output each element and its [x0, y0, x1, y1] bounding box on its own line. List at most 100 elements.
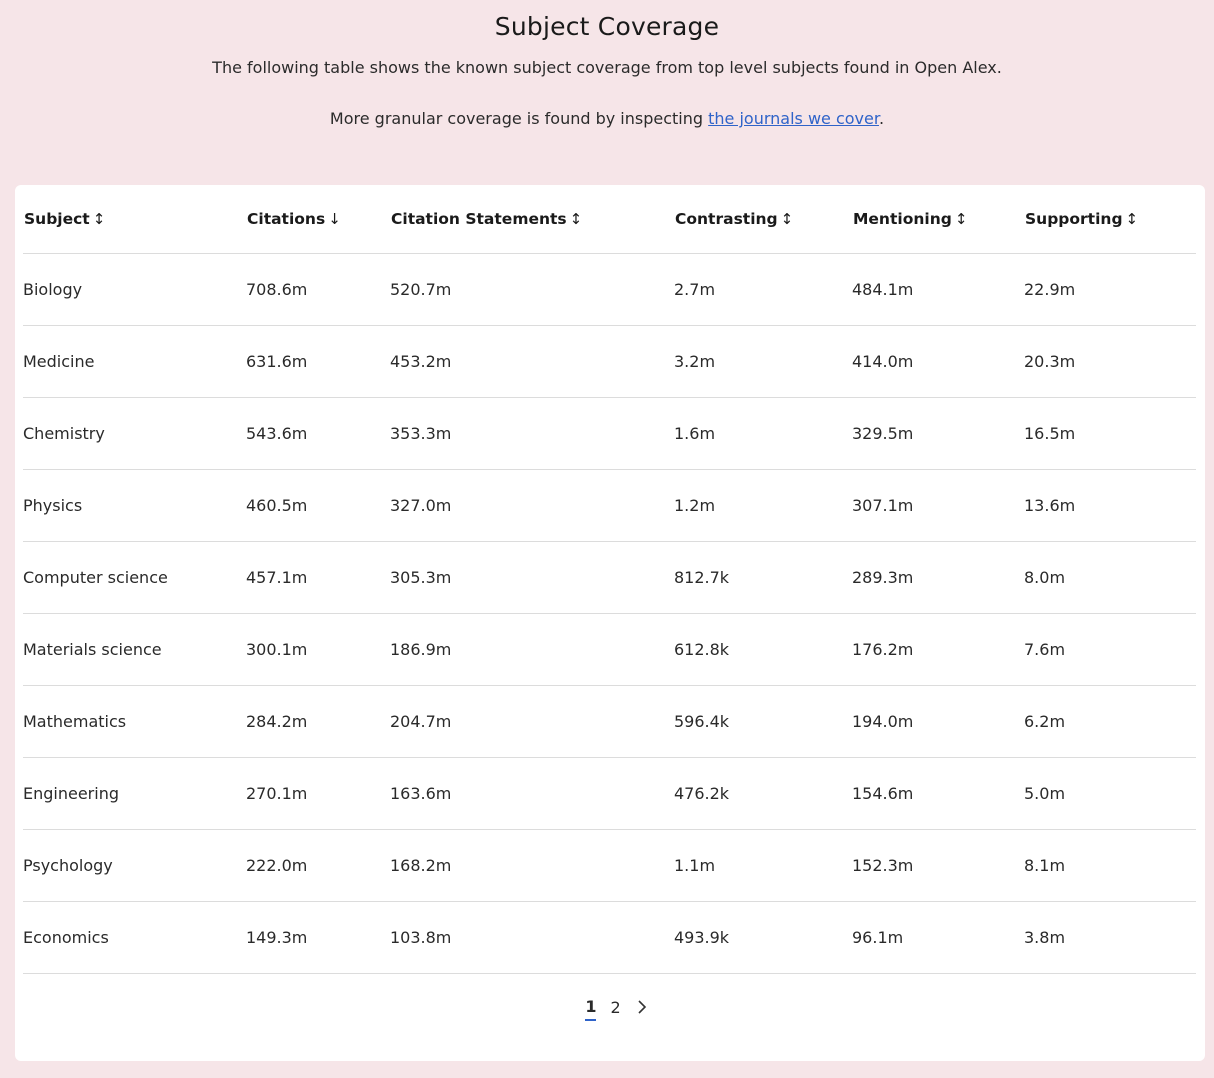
table-row: Mathematics 284.2m 204.7m 596.4k 194.0m … [23, 685, 1196, 758]
mentioning-cell: 154.6m [852, 757, 1024, 830]
contrasting-cell: 476.2k [674, 757, 852, 830]
granular-text: More granular coverage is found by inspe… [0, 109, 1214, 128]
chevron-right-icon[interactable] [635, 997, 649, 1017]
contrasting-cell: 1.1m [674, 829, 852, 902]
pagination: 1 2 [15, 993, 1205, 1021]
contrasting-cell: 612.8k [674, 613, 852, 686]
mentioning-cell: 329.5m [852, 397, 1024, 470]
sort-descending-icon[interactable]: ↓ [328, 210, 341, 228]
citation-statements-cell: 520.7m [390, 253, 674, 326]
contrasting-cell: 1.6m [674, 397, 852, 470]
mentioning-cell: 484.1m [852, 253, 1024, 326]
contrasting-cell: 596.4k [674, 685, 852, 758]
sort-icon[interactable]: ↕ [781, 210, 794, 228]
contrasting-cell: 2.7m [674, 253, 852, 326]
table-row: Psychology 222.0m 168.2m 1.1m 152.3m 8.1… [23, 829, 1196, 902]
subject-cell: Physics [23, 469, 246, 542]
table-row: Biology 708.6m 520.7m 2.7m 484.1m 22.9m [23, 253, 1196, 326]
citation-statements-cell: 186.9m [390, 613, 674, 686]
supporting-cell: 8.1m [1024, 829, 1196, 902]
subject-cell: Medicine [23, 325, 246, 398]
contrasting-cell: 3.2m [674, 325, 852, 398]
table-row: Medicine 631.6m 453.2m 3.2m 414.0m 20.3m [23, 325, 1196, 398]
table-row: Materials science 300.1m 186.9m 612.8k 1… [23, 613, 1196, 686]
citations-cell: 149.3m [246, 901, 390, 974]
citations-cell: 222.0m [246, 829, 390, 902]
citations-cell: 631.6m [246, 325, 390, 398]
supporting-cell: 16.5m [1024, 397, 1196, 470]
mentioning-cell: 96.1m [852, 901, 1024, 974]
citations-cell: 708.6m [246, 253, 390, 326]
contrasting-cell: 1.2m [674, 469, 852, 542]
table-row: Economics 149.3m 103.8m 493.9k 96.1m 3.8… [23, 901, 1196, 974]
citation-statements-cell: 353.3m [390, 397, 674, 470]
column-header-label: Citation Statements [391, 210, 567, 228]
granular-prefix: More granular coverage is found by inspe… [329, 109, 709, 128]
column-header-label: Citations [247, 210, 326, 228]
journals-link[interactable]: the journals we cover [708, 109, 879, 128]
page-2-button[interactable]: 2 [610, 994, 620, 1020]
citation-statements-cell: 327.0m [390, 469, 674, 542]
mentioning-cell: 194.0m [852, 685, 1024, 758]
subject-cell: Engineering [23, 757, 246, 830]
supporting-cell: 22.9m [1024, 253, 1196, 326]
column-header-contrasting[interactable]: Contrasting ↕ [674, 185, 852, 254]
contrasting-cell: 493.9k [674, 901, 852, 974]
granular-suffix: . [878, 109, 885, 128]
subject-cell: Mathematics [23, 685, 246, 758]
supporting-cell: 20.3m [1024, 325, 1196, 398]
supporting-cell: 7.6m [1024, 613, 1196, 686]
supporting-cell: 8.0m [1024, 541, 1196, 614]
coverage-table: Subject ↕ Citations ↓ Citation Statements ↕… [23, 185, 1196, 974]
mentioning-cell: 176.2m [852, 613, 1024, 686]
citation-statements-cell: 163.6m [390, 757, 674, 830]
subject-cell: Materials science [23, 613, 246, 686]
citations-cell: 543.6m [246, 397, 390, 470]
column-header-label: Mentioning [853, 210, 952, 228]
table-row: Physics 460.5m 327.0m 1.2m 307.1m 13.6m [23, 469, 1196, 542]
intro-text: The following table shows the known subj… [212, 58, 1002, 77]
citation-statements-cell: 453.2m [390, 325, 674, 398]
table-header-row: Subject ↕ Citations ↓ Citation Statements ↕… [23, 185, 1196, 254]
table-row: Engineering 270.1m 163.6m 476.2k 154.6m … [23, 757, 1196, 830]
citation-statements-cell: 305.3m [390, 541, 674, 614]
supporting-cell: 5.0m [1024, 757, 1196, 830]
citations-cell: 300.1m [246, 613, 390, 686]
sort-icon[interactable]: ↕ [1126, 210, 1139, 228]
mentioning-cell: 307.1m [852, 469, 1024, 542]
column-header-mentioning[interactable]: Mentioning ↕ [852, 185, 1024, 254]
sort-icon[interactable]: ↕ [955, 210, 968, 228]
citation-statements-cell: 168.2m [390, 829, 674, 902]
column-header-label: Supporting [1025, 210, 1123, 228]
subject-cell: Biology [23, 253, 246, 326]
column-header-citation-statements[interactable]: Citation Statements ↕ [390, 185, 674, 254]
citations-cell: 270.1m [246, 757, 390, 830]
sort-icon[interactable]: ↕ [93, 210, 106, 228]
contrasting-cell: 812.7k [674, 541, 852, 614]
page-title: Subject Coverage [494, 12, 720, 41]
citation-statements-cell: 204.7m [390, 685, 674, 758]
column-header-label: Subject [24, 210, 90, 228]
citation-statements-cell: 103.8m [390, 901, 674, 974]
coverage-card: Subject ↕ Citations ↓ Citation Statements ↕… [15, 185, 1205, 1061]
page-1-button[interactable]: 1 [585, 993, 597, 1021]
column-header-subject[interactable]: Subject ↕ [23, 185, 246, 254]
column-header-label: Contrasting [675, 210, 778, 228]
citations-cell: 284.2m [246, 685, 390, 758]
supporting-cell: 6.2m [1024, 685, 1196, 758]
supporting-cell: 13.6m [1024, 469, 1196, 542]
citations-cell: 460.5m [246, 469, 390, 542]
supporting-cell: 3.8m [1024, 901, 1196, 974]
column-header-supporting[interactable]: Supporting ↕ [1024, 185, 1196, 254]
citations-cell: 457.1m [246, 541, 390, 614]
subject-cell: Chemistry [23, 397, 246, 470]
table-row: Computer science 457.1m 305.3m 812.7k 28… [23, 541, 1196, 614]
sort-icon[interactable]: ↕ [570, 210, 583, 228]
mentioning-cell: 289.3m [852, 541, 1024, 614]
mentioning-cell: 152.3m [852, 829, 1024, 902]
subject-cell: Psychology [23, 829, 246, 902]
table-row: Chemistry 543.6m 353.3m 1.6m 329.5m 16.5… [23, 397, 1196, 470]
mentioning-cell: 414.0m [852, 325, 1024, 398]
column-header-citations[interactable]: Citations ↓ [246, 185, 390, 254]
subject-cell: Economics [23, 901, 246, 974]
